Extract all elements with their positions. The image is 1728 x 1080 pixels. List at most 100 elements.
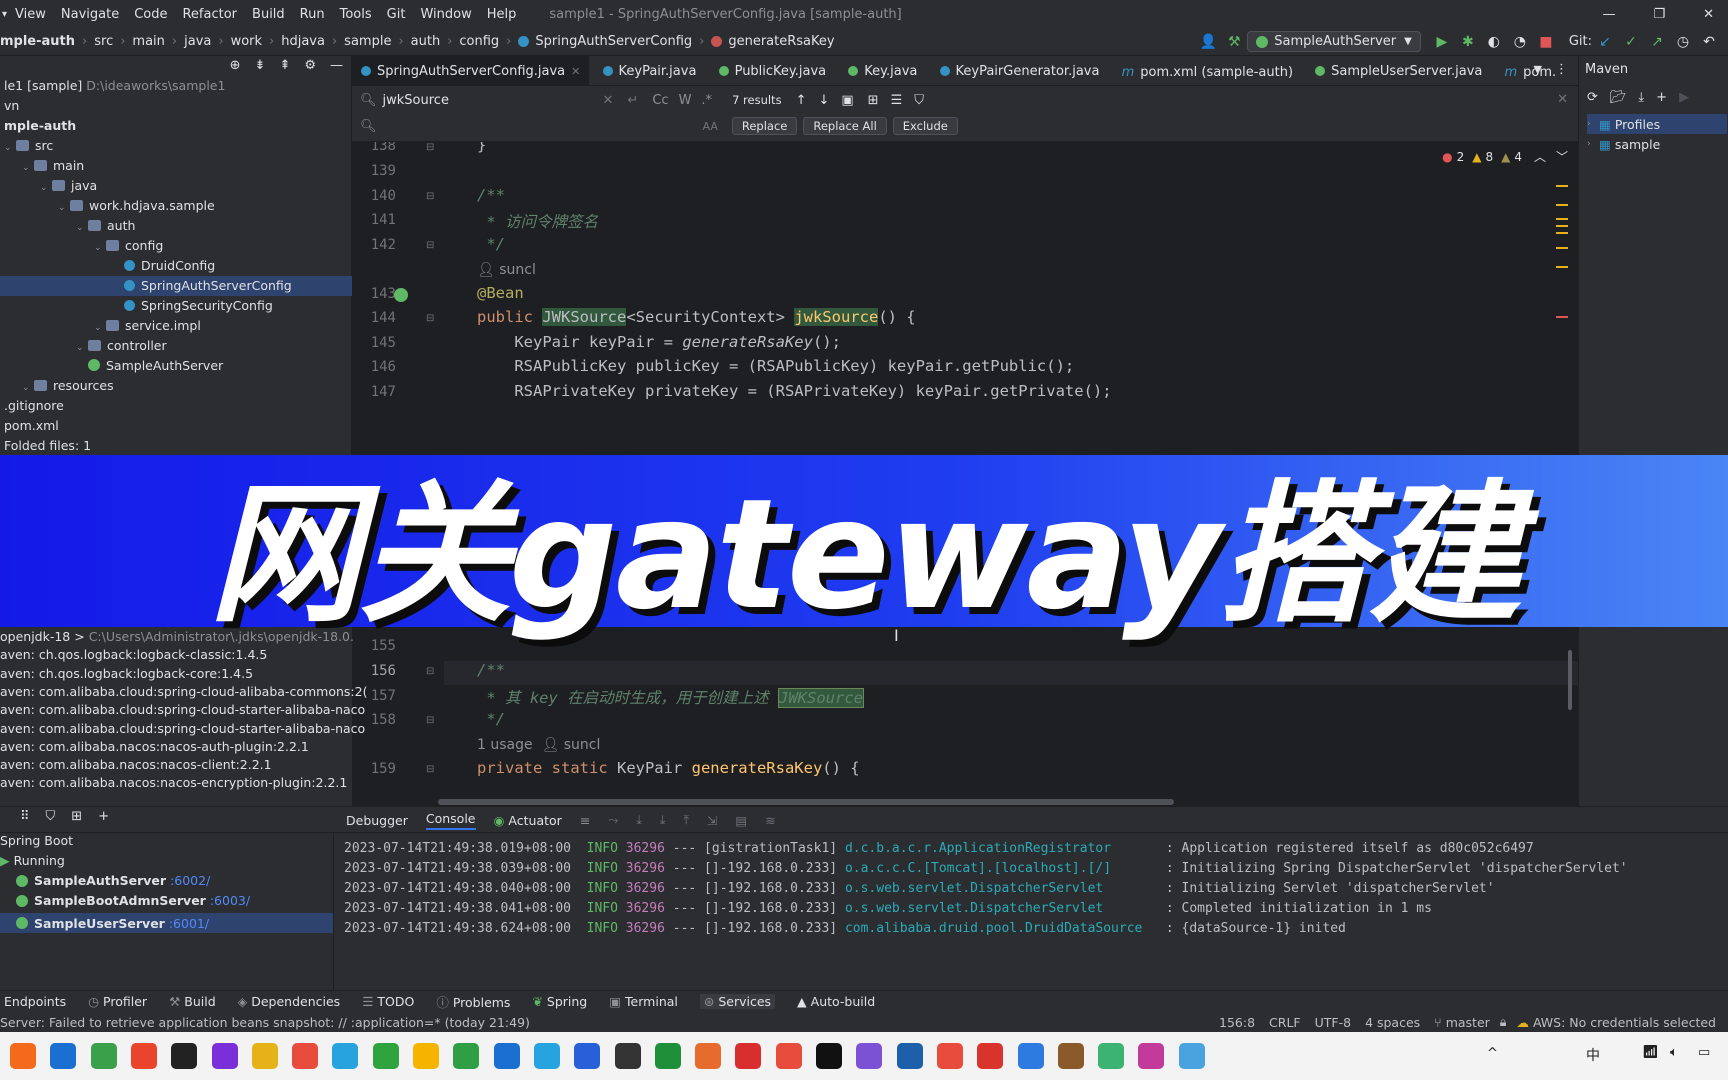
gear-icon[interactable]: ⚙: [304, 58, 316, 73]
taskbar-app-icon[interactable]: [90, 1043, 117, 1069]
menu-navigate[interactable]: Navigate: [61, 7, 119, 22]
breadcrumb-method[interactable]: generateRsaKey: [728, 34, 834, 49]
error-stripe-marker[interactable]: [1556, 218, 1568, 220]
fold-icon[interactable]: ⊟: [426, 142, 434, 153]
tool-terminal[interactable]: ▣ Terminal: [609, 994, 678, 1009]
services-running-group[interactable]: ▶ Running: [0, 853, 65, 868]
taskbar-app-icon[interactable]: [171, 1043, 198, 1069]
taskbar-app-icon[interactable]: [977, 1043, 1004, 1069]
tabs-overflow-icon[interactable]: ▼: [1534, 63, 1542, 76]
maven-item-sample[interactable]: › ▦ sample: [1587, 134, 1660, 154]
library-item[interactable]: aven: com.alibaba.nacos:nacos-auth-plugi…: [0, 737, 309, 757]
run-maven-icon[interactable]: ▶: [1679, 90, 1689, 105]
taskbar-app-icon[interactable]: [251, 1043, 278, 1069]
hammer-icon[interactable]: ⚒: [1225, 33, 1243, 51]
add-service-icon[interactable]: +: [98, 809, 109, 824]
maven-item-profiles[interactable]: › ▦ Profiles: [1587, 114, 1727, 134]
history-icon[interactable]: ◷: [1674, 33, 1692, 51]
error-stripe-marker[interactable]: [1556, 204, 1568, 206]
replace-all-button[interactable]: Replace All: [803, 117, 887, 135]
next-occurrence-icon[interactable]: ↓: [818, 93, 829, 108]
tree-item[interactable]: vn: [0, 96, 352, 116]
menu-tools[interactable]: Tools: [340, 7, 372, 22]
taskbar-app-icon[interactable]: [574, 1043, 601, 1069]
tab-keypair[interactable]: KeyPair.java: [594, 56, 706, 85]
library-item[interactable]: aven: com.alibaba.cloud:spring-cloud-ali…: [0, 682, 367, 702]
tool-endpoints[interactable]: Endpoints: [4, 994, 66, 1009]
select-all-occurrences-icon[interactable]: ▣: [841, 93, 853, 108]
tab-key[interactable]: Key.java: [839, 56, 926, 85]
tree-item[interactable]: ⌄ auth: [0, 216, 352, 236]
taskbar-app-icon[interactable]: [413, 1043, 439, 1069]
taskbar-app-icon[interactable]: [1017, 1043, 1044, 1069]
fold-icon[interactable]: ⊟: [426, 666, 434, 677]
author-hint[interactable]: 👤︎ suncl: [477, 262, 536, 278]
taskbar-app-icon[interactable]: [493, 1043, 520, 1069]
taskbar-app-icon[interactable]: [292, 1043, 319, 1069]
breadcrumb-hdjava[interactable]: hdjava: [281, 34, 325, 49]
taskbar-app-icon[interactable]: [50, 1043, 77, 1069]
taskbar-app-icon[interactable]: [735, 1043, 762, 1069]
fold-icon[interactable]: ⊟: [426, 313, 434, 324]
group-icon[interactable]: ⠿: [20, 809, 30, 824]
minimize-icon[interactable]: —: [1602, 7, 1615, 22]
volume-icon[interactable]: 🔈︎: [1670, 1045, 1678, 1060]
service-item[interactable]: SampleAuthServer:6002/: [16, 873, 210, 888]
menu-icon[interactable]: ≡: [580, 813, 590, 828]
taskbar-app-icon[interactable]: [614, 1043, 641, 1069]
run-to-cursor-icon[interactable]: ⇲: [707, 813, 717, 828]
words-icon[interactable]: W: [679, 93, 692, 108]
inspection-widget[interactable]: ● 2 ▲ 8 ▲ 4 ︿ ﹀: [1442, 148, 1568, 165]
add-folder-icon[interactable]: 📂︎: [1610, 90, 1627, 105]
chevron-down-icon[interactable]: ﹀: [1556, 148, 1568, 165]
taskbar-app-icon[interactable]: [533, 1043, 560, 1069]
taskbar-app-icon[interactable]: [211, 1043, 238, 1069]
aws-status[interactable]: AWS: No credentials selected: [1533, 1015, 1716, 1030]
taskbar-app-icon[interactable]: [654, 1043, 681, 1069]
search-input[interactable]: jwkSource: [383, 93, 603, 108]
taskbar-app-icon[interactable]: [1178, 1043, 1205, 1069]
library-item[interactable]: aven: com.alibaba.nacos:nacos-encryption…: [0, 773, 347, 793]
tree-item[interactable]: SpringSecurityConfig: [0, 296, 352, 316]
taskbar-app-icon[interactable]: [10, 1043, 36, 1069]
new-line-icon[interactable]: ↵: [627, 93, 638, 108]
regex-icon[interactable]: .*: [701, 93, 712, 108]
tool-build[interactable]: ⚒ Build: [169, 994, 216, 1009]
close-window-icon[interactable]: ✕: [1703, 7, 1714, 22]
taskbar-app-icon[interactable]: [856, 1043, 883, 1069]
stop-icon[interactable]: ■: [1537, 33, 1555, 51]
error-stripe-marker[interactable]: [1556, 247, 1568, 249]
step-into-icon[interactable]: ⤓: [660, 812, 666, 828]
hide-icon[interactable]: —: [330, 58, 343, 73]
rollback-icon[interactable]: ↶: [1700, 33, 1718, 51]
library-item[interactable]: aven: com.alibaba.nacos:nacos-client:2.2…: [0, 755, 272, 775]
tree-item[interactable]: DruidConfig: [0, 256, 352, 276]
tree-item[interactable]: le1 [sample] D:\ideaworks\sample1: [0, 76, 352, 96]
caret-position[interactable]: 156:8: [1219, 1015, 1255, 1030]
error-stripe-marker[interactable]: [1556, 266, 1568, 268]
breadcrumb-work[interactable]: work: [231, 34, 262, 49]
taskbar-app-icon[interactable]: [695, 1043, 722, 1069]
menu-refactor[interactable]: Refactor: [182, 7, 237, 22]
library-item[interactable]: aven: ch.qos.logback:logback-core:1.4.5: [0, 664, 253, 684]
reload-icon[interactable]: ⟳: [1587, 90, 1598, 105]
fold-icon[interactable]: ⊟: [426, 715, 434, 726]
tab-keypairgenerator[interactable]: KeyPairGenerator.java: [931, 56, 1109, 85]
chevron-down-icon[interactable]: ⌄: [22, 158, 34, 178]
breadcrumb-module[interactable]: mple-auth: [0, 34, 75, 49]
replace-input[interactable]: [383, 118, 703, 134]
taskbar-app-icon[interactable]: [775, 1043, 802, 1069]
breadcrumb-auth[interactable]: auth: [411, 34, 441, 49]
debug-icon[interactable]: ✱: [1459, 33, 1477, 51]
tree-item[interactable]: mple-auth: [0, 116, 352, 136]
service-item[interactable]: SampleBootAdmnServer:6003/: [16, 893, 250, 908]
breadcrumb-java[interactable]: java: [184, 34, 211, 49]
breadcrumb-src[interactable]: src: [94, 34, 113, 49]
restore-icon[interactable]: ❐: [1653, 7, 1665, 22]
taskbar-app-icon[interactable]: [332, 1043, 359, 1069]
tree-item[interactable]: SampleAuthServer: [0, 356, 352, 376]
chevron-down-icon[interactable]: ⌄: [4, 138, 16, 158]
fold-icon[interactable]: ⊟: [426, 191, 434, 202]
download-icon[interactable]: ⤓: [1638, 90, 1644, 105]
tool-dependencies[interactable]: ◈ Dependencies: [238, 994, 341, 1009]
